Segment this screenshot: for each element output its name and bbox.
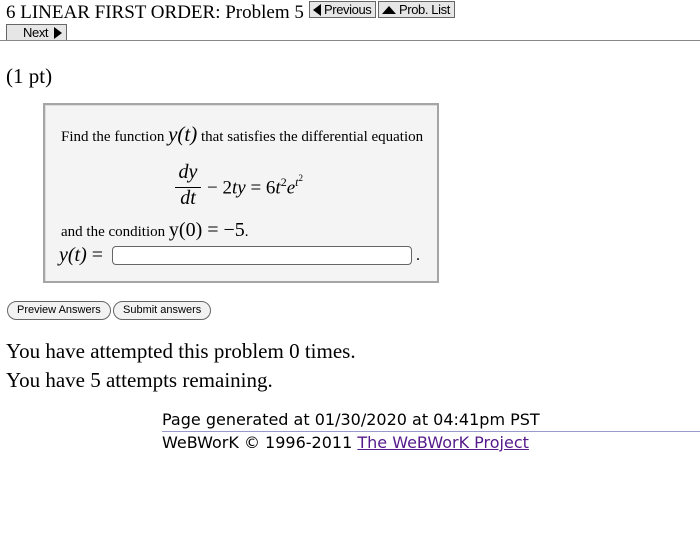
problem-box: Find the function y(t) that satisfies th… [43, 103, 439, 283]
prob-list-label: Prob. List [399, 2, 450, 17]
triangle-left-icon [313, 3, 321, 16]
fraction-denominator: dt [180, 187, 196, 209]
answer-label: y(t) = [59, 244, 103, 267]
copyright-text: WeBWorK © 1996-2011 [162, 433, 358, 452]
answer-input[interactable] [112, 246, 412, 265]
footer-divider [162, 431, 700, 432]
triangle-right-icon [54, 26, 63, 39]
eq-equals-six: = 6 [245, 177, 276, 199]
condition-text: and the condition [61, 224, 169, 240]
next-label: Next [23, 25, 49, 40]
header-divider [0, 40, 700, 41]
eq-minus-two: − 2 [207, 177, 232, 199]
preview-answers-button[interactable]: Preview Answers [7, 301, 111, 320]
intro-rest: that satisfies the differential equation [197, 129, 424, 145]
next-button[interactable]: Next [6, 24, 68, 41]
differential-equation: dy dt − 2ty = 6t2et2 [175, 161, 355, 211]
eq-e: e [286, 177, 296, 199]
condition-line: and the condition y(0) = −5. [61, 219, 249, 242]
eq-ty: ty [231, 177, 246, 199]
intro-text: Find the function [61, 129, 169, 145]
points-label: (1 pt) [6, 64, 53, 88]
answer-period: . [416, 247, 420, 264]
condition-math: y(0) = −5 [168, 219, 245, 241]
condition-end: . [244, 224, 249, 240]
attempted-message: You have attempted this problem 0 times. [6, 339, 356, 363]
fraction-numerator: dy [178, 161, 198, 183]
webwork-project-link[interactable]: The WeBWorK Project [357, 433, 529, 452]
answer-equals: = [86, 244, 104, 266]
remaining-message: You have 5 attempts remaining. [6, 368, 273, 392]
prob-list-button[interactable]: Prob. List [378, 1, 455, 18]
eq-e-exp-2: 2 [298, 173, 303, 183]
previous-button[interactable]: Previous [309, 1, 377, 18]
triangle-up-icon [382, 5, 396, 14]
problem-title: 6 LINEAR FIRST ORDER: Problem 5 [6, 2, 304, 23]
problem-intro: Find the function y(t) that satisfies th… [61, 122, 423, 147]
eq-e-exponent: t2 [295, 173, 303, 189]
equation-rhs: − 2ty = 6t2et2 [207, 173, 303, 199]
submit-answers-button[interactable]: Submit answers [113, 301, 212, 320]
page-generated: Page generated at 01/30/2020 at 04:41pm … [162, 410, 540, 429]
copyright-line: WeBWorK © 1996-2011 The WeBWorK Project [162, 433, 529, 452]
function-symbol: y(t) [168, 122, 198, 146]
previous-label: Previous [324, 2, 372, 17]
answer-function: y(t) [59, 244, 87, 266]
